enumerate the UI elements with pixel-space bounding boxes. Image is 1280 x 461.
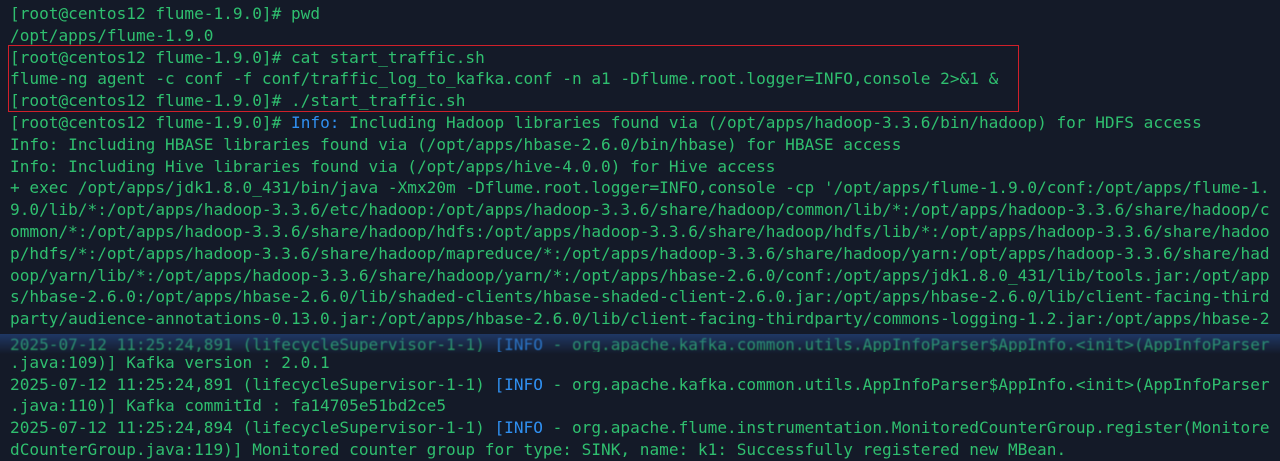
line-text: 2025-07-12 11:25:24,891 (lifecycleSuperv… <box>10 335 1270 352</box>
terminal-line: oop/yarn/lib/*:/opt/apps/hadoop-3.3.6/sh… <box>10 265 1280 287</box>
text-segment: Info: Including HBASE libraries found vi… <box>10 134 902 154</box>
line-text: /opt/apps/flume-1.9.0 <box>10 26 213 45</box>
log-level-label: [INFO <box>494 374 543 394</box>
text-segment: - org.apache.flume.instrumentation.Monit… <box>542 418 1270 438</box>
terminal-line: 2025-07-12 11:25:24,891 (lifecycleSuperv… <box>10 330 1280 352</box>
text-segment: /opt/apps/flume-1.9.0 <box>10 25 214 45</box>
line-text: [root@centos12 flume-1.9.0]# pwd <box>10 4 320 23</box>
terminal-line: flume-ng agent -c conf -f conf/traffic_l… <box>10 68 1280 90</box>
line-text: Info: Including HBASE libraries found vi… <box>10 135 901 154</box>
text-segment: party/audience-annotations-0.13.0.jar:/o… <box>10 309 1270 329</box>
text-segment: [root@centos12 flume-1.9.0]# cat start_t… <box>10 47 485 67</box>
line-text: 2025-07-12 11:25:24,894 (lifecycleSuperv… <box>10 418 1270 437</box>
text-segment: 9.0/lib/*:/opt/apps/hadoop-3.3.6/etc/had… <box>10 200 1270 220</box>
terminal-line: [root@centos12 flume-1.9.0]# cat start_t… <box>10 47 1280 69</box>
line-text: [root@centos12 flume-1.9.0]# cat start_t… <box>10 48 485 67</box>
line-text: oop/yarn/lib/*:/opt/apps/hadoop-3.3.6/sh… <box>10 266 1270 285</box>
terminal-line: [root@centos12 flume-1.9.0]# ./start_tra… <box>10 90 1280 112</box>
terminal-line: /opt/apps/flume-1.9.0 <box>10 25 1280 47</box>
text-segment: [root@centos12 flume-1.9.0]# pwd <box>10 4 321 23</box>
terminal-line: s/hbase-2.6.0:/opt/apps/hbase-2.6.0/lib/… <box>10 286 1280 308</box>
line-text: [root@centos12 flume-1.9.0]# Info: Inclu… <box>10 113 1202 132</box>
text-segment: s/hbase-2.6.0:/opt/apps/hbase-2.6.0/lib/… <box>10 287 1270 307</box>
log-level-label: [INFO <box>494 334 543 352</box>
terminal-line: Info: Including HBASE libraries found vi… <box>10 134 1280 156</box>
text-segment: [root@centos12 flume-1.9.0]# ./start_tra… <box>10 91 466 111</box>
text-segment: 2025-07-12 11:25:24,891 (lifecycleSuperv… <box>10 334 495 352</box>
terminal-line: .java:110)] Kafka commitId : fa14705e51b… <box>10 395 1280 417</box>
line-text: Info: Including Hive libraries found via… <box>10 157 775 176</box>
terminal-line: [root@centos12 flume-1.9.0]# Info: Inclu… <box>10 112 1280 134</box>
terminal-line: + exec /opt/apps/jdk1.8.0_431/bin/java -… <box>10 177 1280 199</box>
line-text: 9.0/lib/*:/opt/apps/hadoop-3.3.6/etc/had… <box>10 200 1270 219</box>
text-segment: .java:109)] Kafka version : 2.0.1 <box>10 352 330 372</box>
line-text: 2025-07-12 11:25:24,891 (lifecycleSuperv… <box>10 375 1270 394</box>
log-level-label: Info: <box>291 112 340 132</box>
line-text: dCounterGroup.java:119)] Monitored count… <box>10 440 1066 459</box>
terminal-line: party/audience-annotations-0.13.0.jar:/o… <box>10 308 1280 330</box>
terminal-line: dCounterGroup.java:119)] Monitored count… <box>10 439 1280 461</box>
line-text: ommon/*:/opt/apps/hadoop-3.3.6/share/had… <box>10 222 1270 241</box>
terminal-line: .java:109)] Kafka version : 2.0.1 <box>10 352 1280 374</box>
text-segment: oop/yarn/lib/*:/opt/apps/hadoop-3.3.6/sh… <box>10 265 1270 285</box>
text-segment: flume-ng agent -c conf -f conf/traffic_l… <box>10 69 999 89</box>
terminal-line: 2025-07-12 11:25:24,894 (lifecycleSuperv… <box>10 417 1280 439</box>
text-segment: - org.apache.kafka.common.utils.AppInfoP… <box>542 334 1270 352</box>
terminal-line: ommon/*:/opt/apps/hadoop-3.3.6/share/had… <box>10 221 1280 243</box>
line-text: .java:109)] Kafka version : 2.0.1 <box>10 353 330 372</box>
terminal-line: 9.0/lib/*:/opt/apps/hadoop-3.3.6/etc/had… <box>10 199 1280 221</box>
text-segment: p/hdfs/*:/opt/apps/hadoop-3.3.6/share/ha… <box>10 243 1270 263</box>
line-text: + exec /opt/apps/jdk1.8.0_431/bin/java -… <box>10 178 1270 197</box>
line-text: [root@centos12 flume-1.9.0]# ./start_tra… <box>10 91 465 110</box>
text-segment: [root@centos12 flume-1.9.0]# <box>10 112 291 132</box>
text-segment: ommon/*:/opt/apps/hadoop-3.3.6/share/had… <box>10 221 1270 241</box>
text-segment: - org.apache.kafka.common.utils.AppInfoP… <box>542 374 1270 394</box>
text-segment: .java:110)] Kafka commitId : fa14705e51b… <box>10 396 447 416</box>
text-segment: Including Hadoop libraries found via (/o… <box>339 112 1202 132</box>
text-segment: Info: Including Hive libraries found via… <box>10 156 776 176</box>
line-text: s/hbase-2.6.0:/opt/apps/hbase-2.6.0/lib/… <box>10 287 1270 306</box>
terminal-output[interactable]: [root@centos12 flume-1.9.0]# pwd/opt/app… <box>10 3 1280 461</box>
terminal-line: p/hdfs/*:/opt/apps/hadoop-3.3.6/share/ha… <box>10 243 1280 265</box>
text-segment: 2025-07-12 11:25:24,894 (lifecycleSuperv… <box>10 418 495 438</box>
text-segment: dCounterGroup.java:119)] Monitored count… <box>10 439 1067 459</box>
terminal-line: 2025-07-12 11:25:24,891 (lifecycleSuperv… <box>10 374 1280 396</box>
line-text: p/hdfs/*:/opt/apps/hadoop-3.3.6/share/ha… <box>10 244 1270 263</box>
line-text: .java:110)] Kafka commitId : fa14705e51b… <box>10 396 446 415</box>
line-text: flume-ng agent -c conf -f conf/traffic_l… <box>10 69 998 88</box>
log-level-label: [INFO <box>494 418 543 438</box>
text-segment: + exec /opt/apps/jdk1.8.0_431/bin/java -… <box>10 178 1270 198</box>
terminal-line: [root@centos12 flume-1.9.0]# pwd <box>10 3 1280 25</box>
terminal-line: Info: Including Hive libraries found via… <box>10 156 1280 178</box>
text-segment: 2025-07-12 11:25:24,891 (lifecycleSuperv… <box>10 374 495 394</box>
line-text: party/audience-annotations-0.13.0.jar:/o… <box>10 309 1270 328</box>
